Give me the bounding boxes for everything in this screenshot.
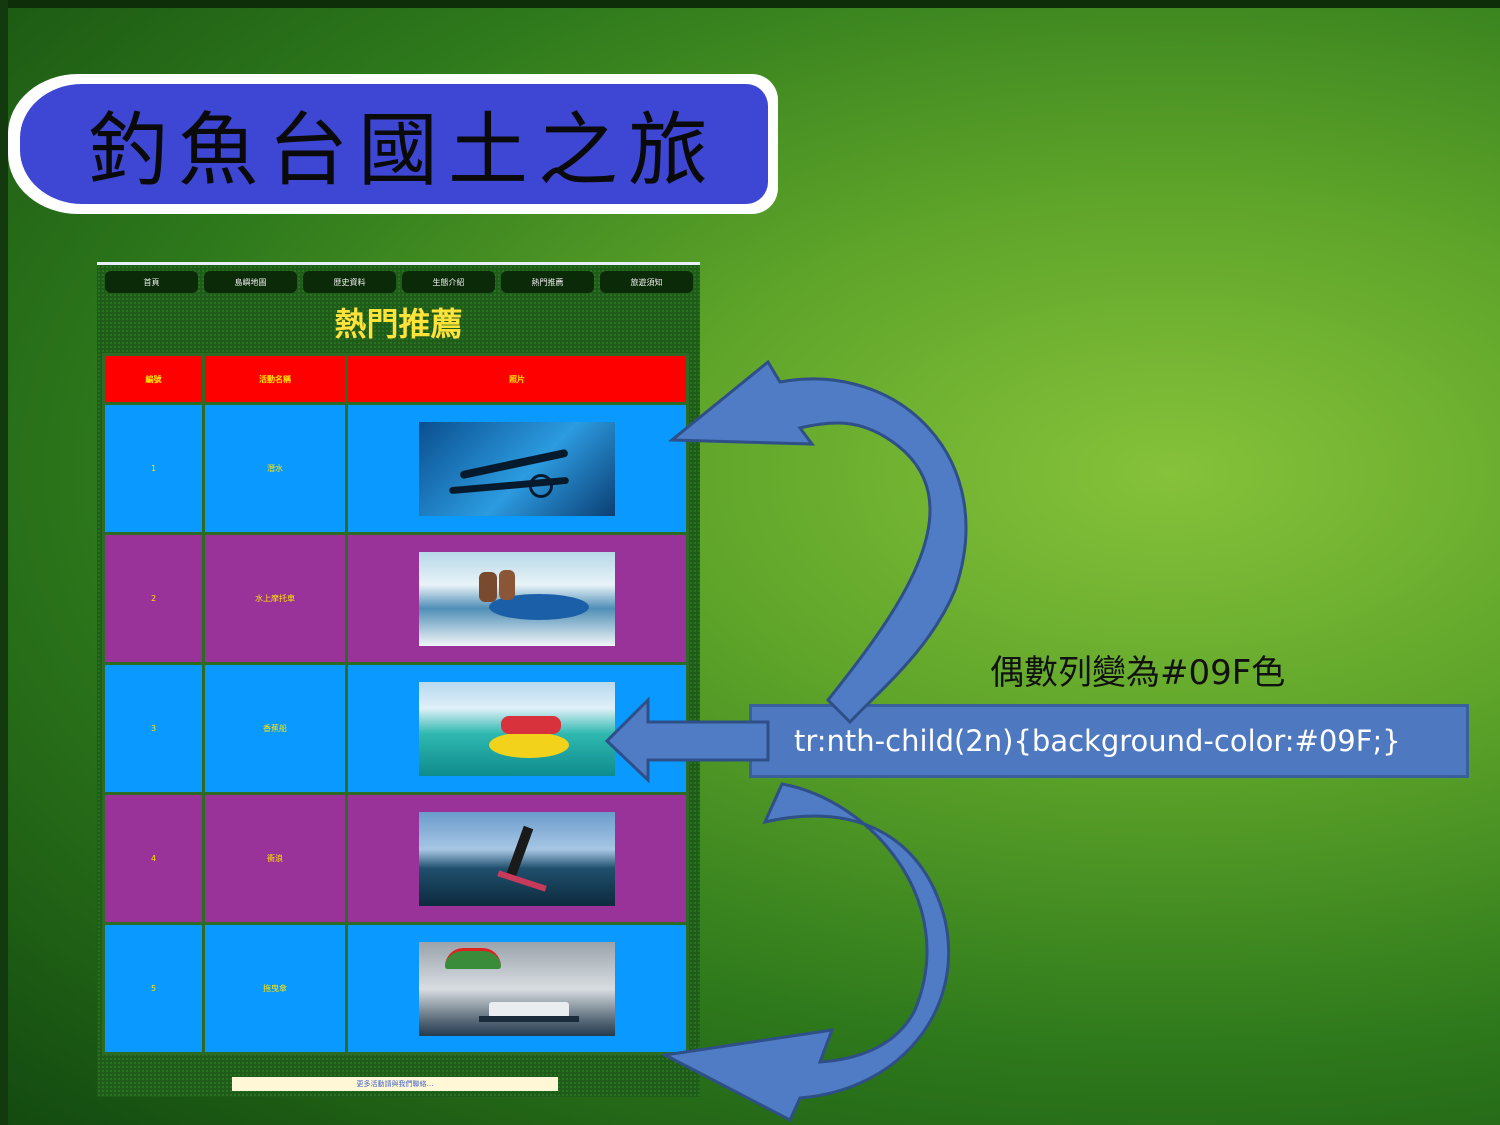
nav-tab-notes[interactable]: 旅遊須知 (600, 271, 693, 293)
nav-tab-ecology[interactable]: 生態介紹 (402, 271, 495, 293)
css-code-box: tr:nth-child(2n){background-color:#09F;} (749, 704, 1469, 778)
table-row: 5 拖曳傘 (102, 922, 689, 1055)
header-activity: 活動名稱 (202, 353, 348, 405)
nav-tab-home[interactable]: 首頁 (105, 271, 198, 293)
table-row: 4 衝浪 (102, 792, 689, 925)
nav-tab-hot[interactable]: 熱門推薦 (501, 271, 594, 293)
curved-arrow-up-icon (667, 359, 968, 725)
webpage-screenshot: 首頁 島嶼地圖 歷史資料 生態介紹 熱門推薦 旅遊須知 熱門推薦 編號 活動名稱… (97, 262, 700, 1097)
cell-activity: 水上摩托車 (202, 532, 348, 665)
slide-top-edge (0, 0, 1500, 8)
header-number: 編號 (102, 353, 205, 405)
curved-arrow-down-icon (660, 782, 951, 1123)
cell-number: 3 (102, 662, 205, 795)
cell-photo (345, 922, 689, 1055)
css-code-text: tr:nth-child(2n){background-color:#09F;} (794, 724, 1401, 758)
hot-recommend-heading: 熱門推薦 (334, 305, 463, 343)
slide-left-edge (0, 0, 8, 1125)
cell-activity: 香蕉船 (202, 662, 348, 795)
nav-tab-map[interactable]: 島嶼地圖 (204, 271, 297, 293)
cell-photo (345, 662, 689, 795)
page-footer: 更多活動請與我們聯絡… (232, 1077, 558, 1091)
even-row-caption: 偶數列變為#09F色 (990, 653, 1286, 693)
nav-bar: 首頁 島嶼地圖 歷史資料 生態介紹 熱門推薦 旅遊須知 (105, 271, 693, 293)
cell-number: 2 (102, 532, 205, 665)
table-row: 3 香蕉船 (102, 662, 689, 795)
cell-photo (345, 532, 689, 665)
cell-photo (345, 792, 689, 925)
banana-boat-photo (419, 681, 615, 776)
cell-activity: 衝浪 (202, 792, 348, 925)
table-row: 2 水上摩托車 (102, 532, 689, 665)
recommend-table: 編號 活動名稱 照片 1 潛水 2 水上摩托車 3 香蕉船 4 衝浪 5 拖曳傘 (102, 353, 689, 1055)
table-header-row: 編號 活動名稱 照片 (102, 353, 689, 405)
cell-activity: 潛水 (202, 402, 348, 535)
slide-title: 釣魚台國土之旅 (88, 104, 718, 197)
parasail-photo (419, 941, 615, 1036)
title-banner: 釣魚台國土之旅 (8, 74, 778, 214)
header-photo: 照片 (345, 353, 689, 405)
title-banner-fill: 釣魚台國土之旅 (20, 84, 768, 204)
cell-number: 1 (102, 402, 205, 535)
wakeboard-photo (419, 811, 615, 906)
cell-photo (345, 402, 689, 535)
cell-number: 4 (102, 792, 205, 925)
jet-ski-photo (419, 551, 615, 646)
cell-number: 5 (102, 922, 205, 1055)
table-row: 1 潛水 (102, 402, 689, 535)
cell-activity: 拖曳傘 (202, 922, 348, 1055)
scuba-diver-photo (419, 421, 615, 516)
nav-tab-history[interactable]: 歷史資料 (303, 271, 396, 293)
